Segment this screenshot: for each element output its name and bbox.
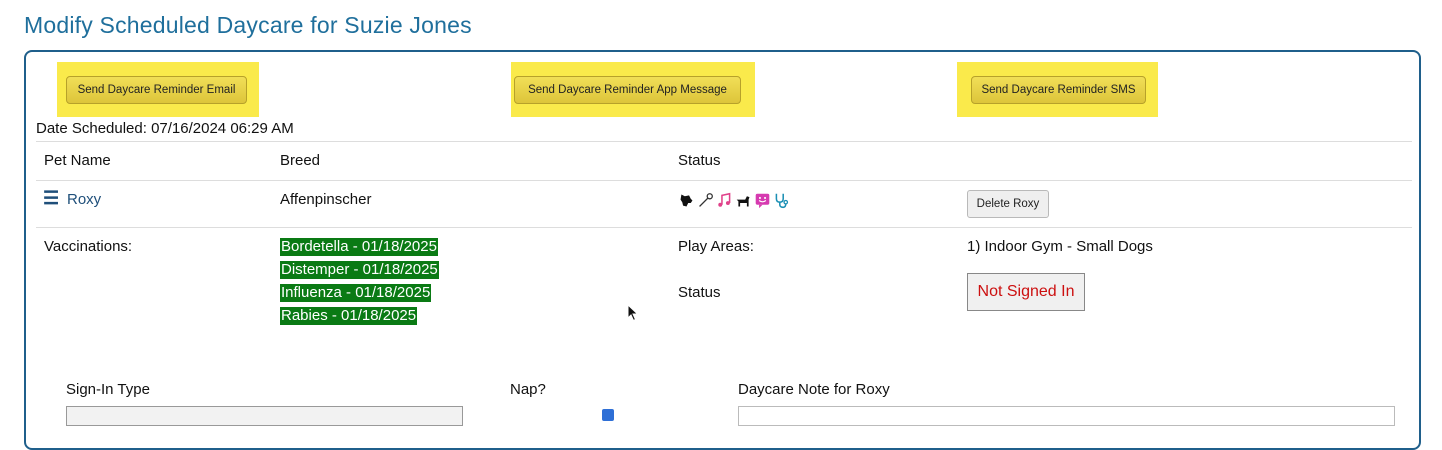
vaccination-item: Rabies - 01/18/2025 [280,307,418,325]
daycare-note-input[interactable] [738,406,1395,426]
signin-type-select[interactable] [66,406,463,426]
delete-pet-button[interactable]: Delete Roxy [967,190,1049,218]
smiley-chat-icon [755,193,770,208]
vaccination-item: Influenza - 01/18/2025 [280,284,432,302]
send-reminder-sms-button[interactable]: Send Daycare Reminder SMS [971,76,1146,104]
dog-head-icon [680,194,693,206]
header-breed: Breed [280,152,321,169]
sign-in-status-button[interactable]: Not Signed In [967,273,1085,311]
nap-checkbox[interactable] [602,409,614,421]
vaccinations-label: Vaccinations: [44,238,133,255]
stethoscope-icon [775,193,789,208]
play-area-value: 1) Indoor Gym - Small Dogs [967,238,1153,255]
divider [36,227,1412,228]
pet-breed: Affenpinscher [280,191,372,208]
leash-icon [699,192,713,207]
vaccination-item: Bordetella - 01/18/2025 [280,238,438,256]
play-areas-label: Play Areas: [678,238,754,255]
send-reminder-app-message-button[interactable]: Send Daycare Reminder App Message [514,76,741,104]
send-reminder-email-button[interactable]: Send Daycare Reminder Email [66,76,247,104]
signin-type-label: Sign-In Type [66,381,150,398]
mouse-cursor-icon [627,304,639,322]
nap-label: Nap? [510,381,546,398]
page-title: Modify Scheduled Daycare for Suzie Jones [24,12,472,38]
daycare-note-label: Daycare Note for Roxy [738,381,890,398]
status-label: Status [678,284,721,301]
date-scheduled: Date Scheduled: 07/16/2024 06:29 AM [36,120,294,137]
hamburger-menu-icon[interactable]: ☰ [43,188,59,209]
vaccination-item: Distemper - 01/18/2025 [280,261,439,279]
divider [36,180,1412,181]
header-status: Status [678,152,721,169]
pet-name-link[interactable]: Roxy [67,191,101,208]
header-pet-name: Pet Name [44,152,111,169]
dog-icon [736,195,750,206]
status-icons [678,190,790,210]
divider [36,141,1412,142]
music-note-icon [718,192,731,207]
